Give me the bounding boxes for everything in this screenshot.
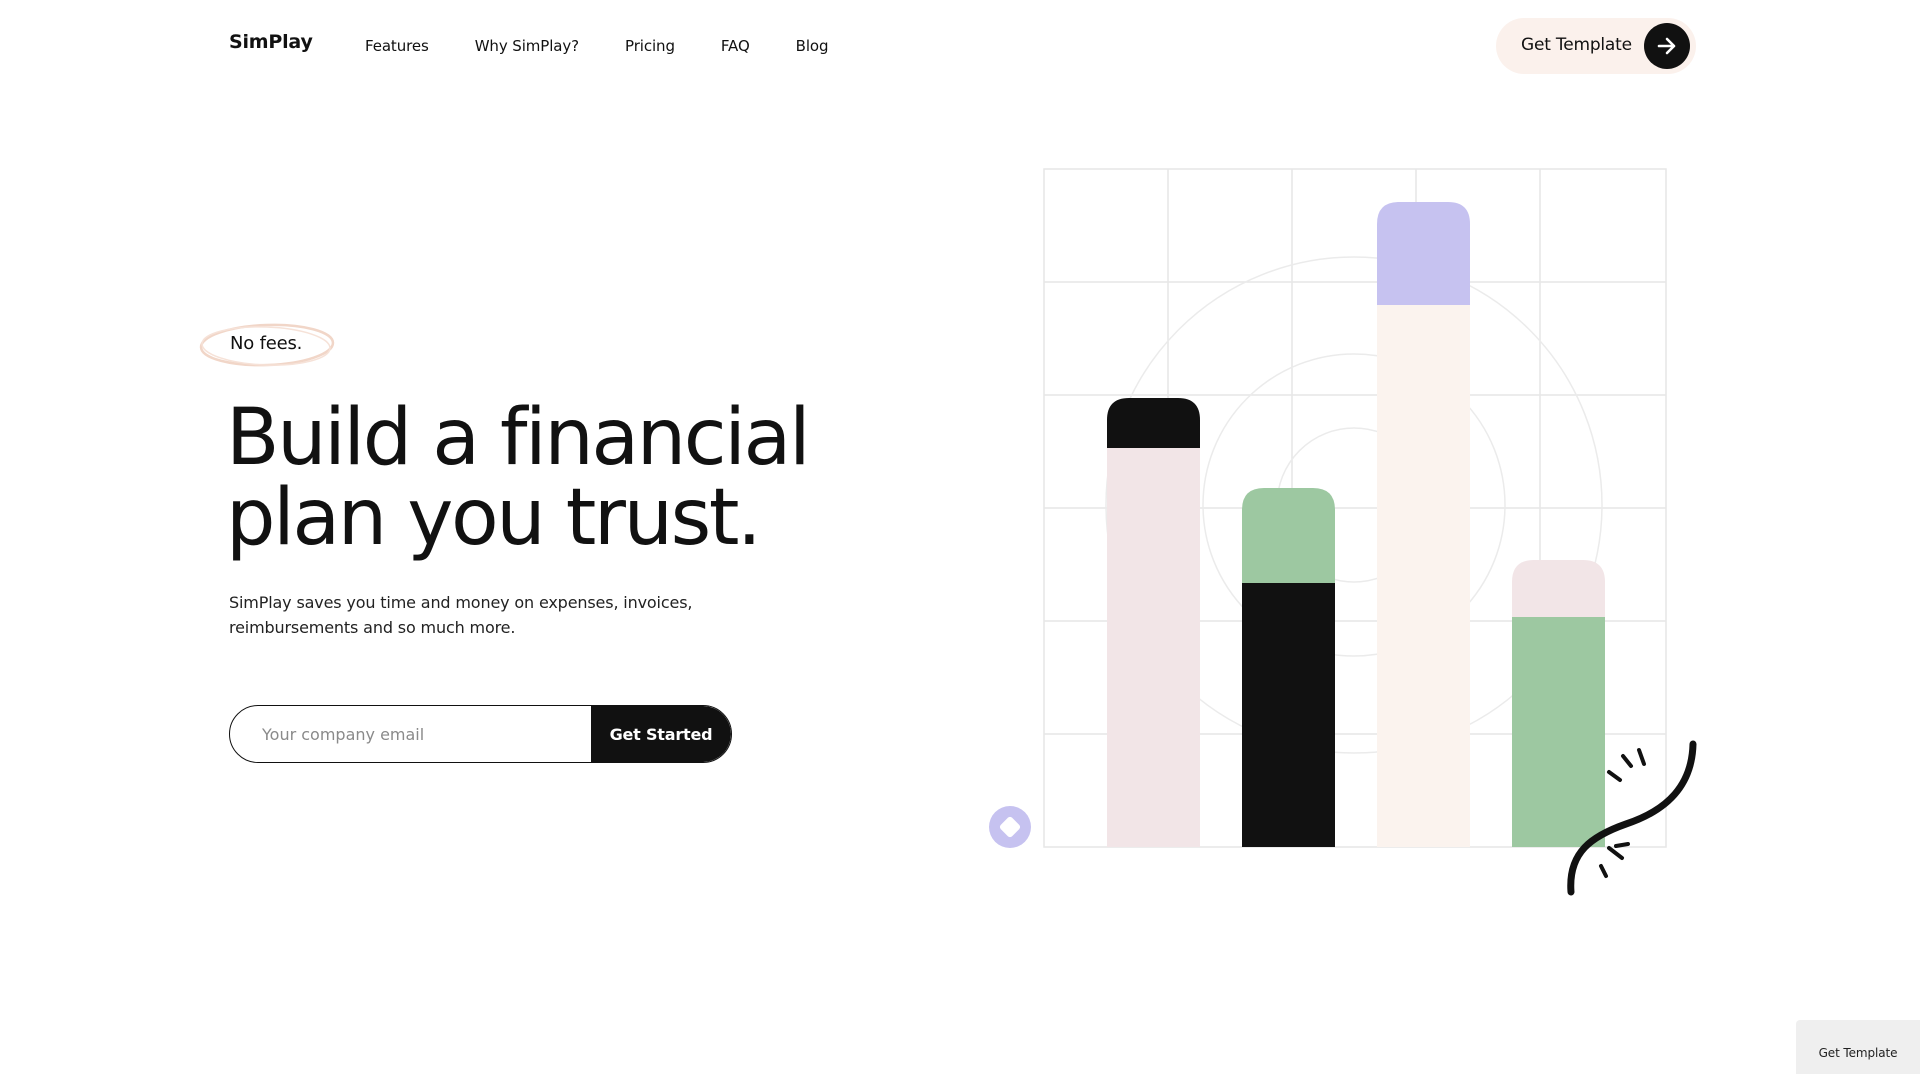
get-started-button[interactable]: Get Started — [591, 706, 731, 762]
headline-line-1: Build a financial — [226, 393, 811, 483]
floating-get-template-button[interactable]: Get Template — [1796, 1020, 1920, 1074]
company-email-input[interactable] — [230, 706, 591, 762]
bar-body-3 — [1377, 305, 1470, 847]
badge-label: No fees. — [230, 333, 303, 354]
nav-item-blog[interactable]: Blog — [796, 37, 829, 55]
nav-item-why-simplay[interactable]: Why SimPlay? — [475, 37, 579, 55]
nav-item-features[interactable]: Features — [365, 37, 429, 55]
hero-headline: Build a financial plan you trust. — [226, 398, 846, 558]
bars-layer — [1107, 202, 1605, 847]
no-fees-badge: No fees. — [198, 322, 336, 368]
get-template-button[interactable]: Get Template — [1496, 18, 1696, 74]
landing-page: SimPlay Features Why SimPlay? Pricing FA… — [0, 0, 1920, 1080]
subtext-line-1: SimPlay saves you time and money on expe… — [229, 593, 693, 612]
main-nav: Features Why SimPlay? Pricing FAQ Blog — [365, 37, 829, 55]
floating-get-template-label: Get Template — [1818, 1046, 1898, 1060]
diamond-dot-icon — [989, 806, 1031, 848]
bar-cap-2 — [1242, 488, 1335, 583]
bar-cap-1 — [1107, 398, 1200, 448]
arrow-right-icon — [1644, 23, 1690, 69]
bar-body-2 — [1242, 583, 1335, 847]
bar-chart-illustration — [989, 168, 1697, 896]
nav-item-pricing[interactable]: Pricing — [625, 37, 675, 55]
bar-body-1 — [1107, 448, 1200, 847]
hero-subtext: SimPlay saves you time and money on expe… — [229, 590, 699, 640]
nav-item-faq[interactable]: FAQ — [721, 37, 750, 55]
headline-line-2: plan you trust. — [226, 473, 762, 563]
signup-form: Get Started — [229, 705, 732, 763]
get-template-label: Get Template — [1521, 35, 1632, 55]
bar-cap-3 — [1377, 202, 1470, 305]
bar-cap-4 — [1512, 560, 1605, 617]
logo[interactable]: SimPlay — [229, 31, 313, 53]
bar-body-4 — [1512, 617, 1605, 847]
subtext-line-2: reimbursements and so much more. — [229, 618, 516, 637]
